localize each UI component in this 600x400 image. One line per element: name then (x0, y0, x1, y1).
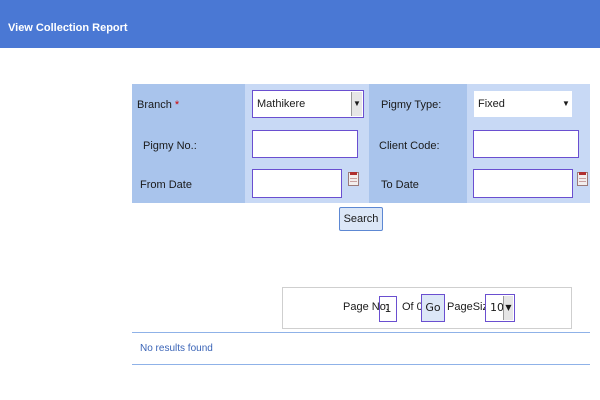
from-date-input[interactable] (252, 169, 342, 198)
chevron-down-icon: ▼ (503, 296, 513, 320)
page-count-label: Of 0 (402, 301, 423, 313)
pagination-bar: Page No: 1 Of 0 Go PageSize: 10 ▼ (282, 287, 572, 329)
results-panel: No results found (132, 332, 590, 365)
to-date-label: To Date (381, 179, 419, 191)
chevron-down-icon: ▼ (351, 92, 362, 116)
search-button[interactable]: Search (339, 207, 383, 231)
pigmy-no-input[interactable] (252, 130, 358, 158)
page-number-input[interactable]: 1 (379, 296, 397, 322)
client-code-input[interactable] (473, 130, 579, 158)
filter-form: Branch * Mathikere ▼ Pigmy Type: Fixed ▼… (132, 84, 590, 203)
chevron-down-icon: ▼ (561, 92, 571, 116)
pigmy-no-label: Pigmy No.: (143, 140, 197, 152)
calendar-icon[interactable] (348, 172, 359, 186)
pigmy-type-select[interactable]: Fixed ▼ (473, 90, 573, 118)
required-mark: * (174, 99, 180, 111)
pigmy-type-label: Pigmy Type: (381, 99, 442, 111)
branch-select[interactable]: Mathikere ▼ (252, 90, 364, 118)
page-size-select[interactable]: 10 ▼ (485, 294, 515, 322)
page-header: View Collection Report (0, 0, 600, 48)
branch-label: Branch * (137, 99, 180, 111)
client-code-label: Client Code: (379, 140, 440, 152)
no-results-message: No results found (140, 343, 213, 354)
calendar-icon[interactable] (577, 172, 588, 186)
go-button[interactable]: Go (421, 294, 445, 322)
to-date-input[interactable] (473, 169, 573, 198)
from-date-label: From Date (140, 179, 192, 191)
page-title: View Collection Report (8, 22, 128, 34)
